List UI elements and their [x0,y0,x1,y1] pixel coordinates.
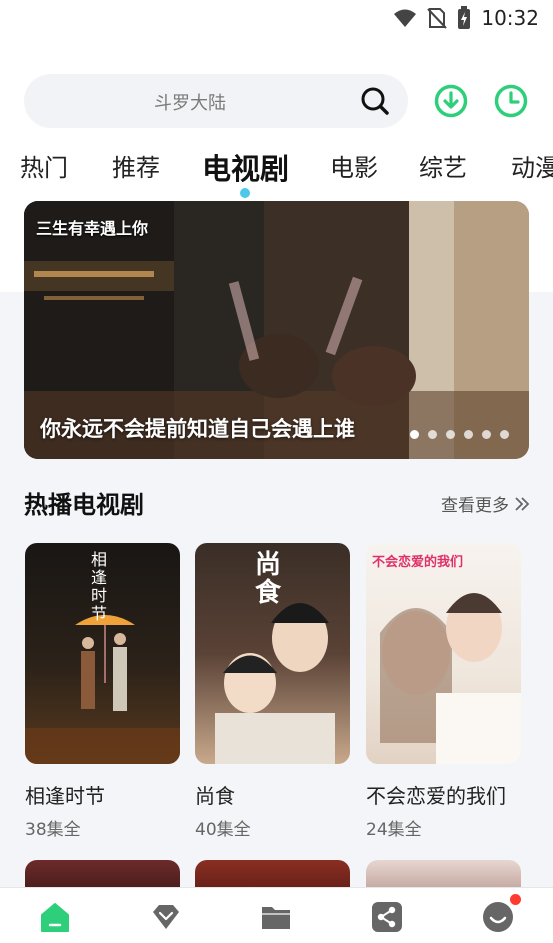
carousel-dot[interactable] [500,430,509,439]
folder-icon[interactable] [259,900,293,934]
wifi-icon [394,9,417,27]
hero-banner[interactable]: 三生有幸遇上你 你永远不会提前知道自己会遇上谁 [24,201,529,459]
history-clock-icon[interactable] [494,84,528,118]
carousel-dot[interactable] [464,430,473,439]
tab-anime[interactable]: 动漫 [511,148,553,183]
double-chevron-right-icon [515,496,530,511]
tab-hot[interactable]: 热门 [20,148,68,183]
carousel-dot[interactable] [428,430,437,439]
download-icon[interactable] [434,84,468,118]
carousel-dot[interactable] [446,430,455,439]
notification-badge [510,894,521,905]
category-tabs: 热门 推荐 电视剧 电影 综艺 动漫 [0,146,553,200]
show-episodes: 24集全 [366,820,422,840]
status-icons: 10:32 [393,6,539,30]
see-more-label: 查看更多 [441,496,509,516]
show-title: 不会恋爱的我们 [366,784,506,808]
battery-charging-icon [458,6,471,29]
no-sim-icon [427,8,448,29]
home-icon[interactable] [38,900,72,934]
show-card[interactable]: 不会恋爱的我们 不会恋爱的我们 24集全 [366,543,521,840]
search-placeholder: 斗罗大陆 [154,93,226,114]
share-icon[interactable] [370,900,404,934]
tab-tv-series[interactable]: 电视剧 [202,146,289,188]
search-row: 斗罗大陆 [24,74,534,128]
poster-title: 不会恋爱的我们 [372,555,464,570]
tab-movies[interactable]: 电影 [330,148,378,183]
show-poster[interactable]: 相逢时节 [25,543,180,764]
search-icon[interactable] [360,86,390,116]
show-title: 相逢时节 [25,784,105,808]
diamond-icon[interactable] [149,900,183,934]
tab-recommend[interactable]: 推荐 [112,148,160,183]
see-more-link[interactable]: 查看更多 [441,491,531,516]
show-poster[interactable]: 尚食 [195,543,350,764]
search-input[interactable]: 斗罗大陆 [24,74,408,128]
profile-button[interactable] [481,894,521,934]
show-episodes: 40集全 [195,820,251,840]
status-time: 10:32 [481,6,539,30]
show-card[interactable]: 相逢时节 相逢时节 38集全 [25,543,180,840]
carousel-dot[interactable] [410,430,419,439]
show-title: 尚食 [195,784,235,808]
profile-icon [483,902,513,932]
show-episodes: 38集全 [25,820,81,840]
show-card[interactable]: 尚食 尚食 40集全 [195,543,350,840]
bottom-navigation [0,887,553,943]
carousel-dots [410,430,509,439]
poster-title: 相逢时节 [91,550,108,623]
section-title: 热播电视剧 [24,491,144,519]
status-bar: 10:32 [0,0,553,38]
banner-logo: 三生有幸遇上你 [36,219,149,238]
banner-caption: 你永远不会提前知道自己会遇上谁 [40,417,355,441]
poster-title: 尚食 [255,550,282,608]
carousel-dot[interactable] [482,430,491,439]
show-poster[interactable]: 不会恋爱的我们 [366,543,521,764]
active-tab-indicator [240,188,250,198]
tab-variety[interactable]: 综艺 [419,148,467,183]
